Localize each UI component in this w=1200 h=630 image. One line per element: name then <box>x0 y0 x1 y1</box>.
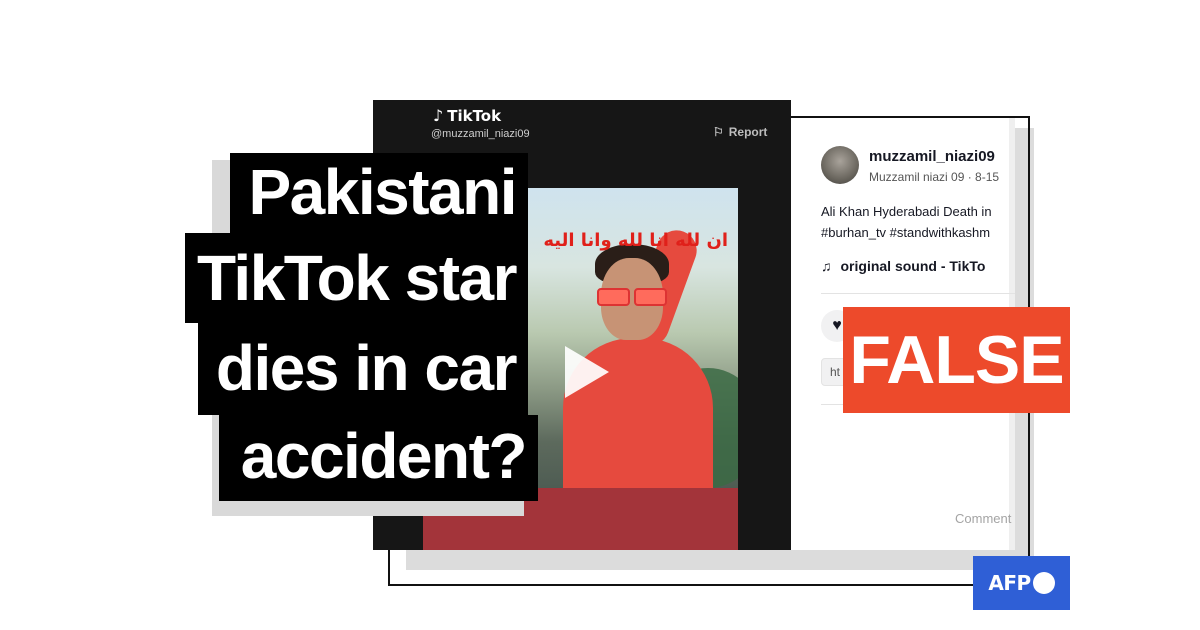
afp-logo: AFP <box>973 556 1070 610</box>
sound-link[interactable]: ♫ original sound - TikTo <box>821 258 985 274</box>
afp-logo-text: AFP <box>988 571 1031 595</box>
headline-line-2: TikTok star <box>185 233 528 323</box>
tiktok-note-icon: ♪ <box>433 106 444 125</box>
post-meta: Muzzamil niazi 09 · 8-15 <box>869 170 1000 184</box>
divider <box>821 293 1015 294</box>
afp-logo-dot <box>1032 572 1055 594</box>
sound-label: original sound - TikTo <box>840 258 986 274</box>
comment-input-placeholder[interactable]: Comment <box>955 511 1011 526</box>
avatar[interactable] <box>821 146 859 184</box>
post-username[interactable]: muzzamil_niazi09 <box>869 148 995 165</box>
video-caption-text: ان لله انا لله وانا اليه <box>543 230 728 251</box>
verdict-badge: FALSE <box>843 307 1070 413</box>
headline-line-3: dies in car <box>198 323 528 415</box>
report-label: Report <box>728 125 768 139</box>
headline-line-4: accident? <box>219 415 538 501</box>
music-note-icon: ♫ <box>821 258 832 274</box>
sunglasses <box>597 288 667 306</box>
report-button[interactable]: ⚐ Report <box>713 125 767 139</box>
video-author-handle: @muzzamil_niazi09 <box>431 128 530 140</box>
tiktok-app-name: TikTok <box>447 106 502 125</box>
post-description: Ali Khan Hyderabadi Death in <box>821 204 992 219</box>
flag-icon: ⚐ <box>713 125 724 139</box>
play-icon[interactable] <box>565 346 609 398</box>
tiktok-logo: ♪ TikTok <box>433 106 501 125</box>
post-hashtags[interactable]: #burhan_tv #standwithkashm <box>821 225 990 240</box>
headline-line-1: Pakistani <box>230 153 528 233</box>
